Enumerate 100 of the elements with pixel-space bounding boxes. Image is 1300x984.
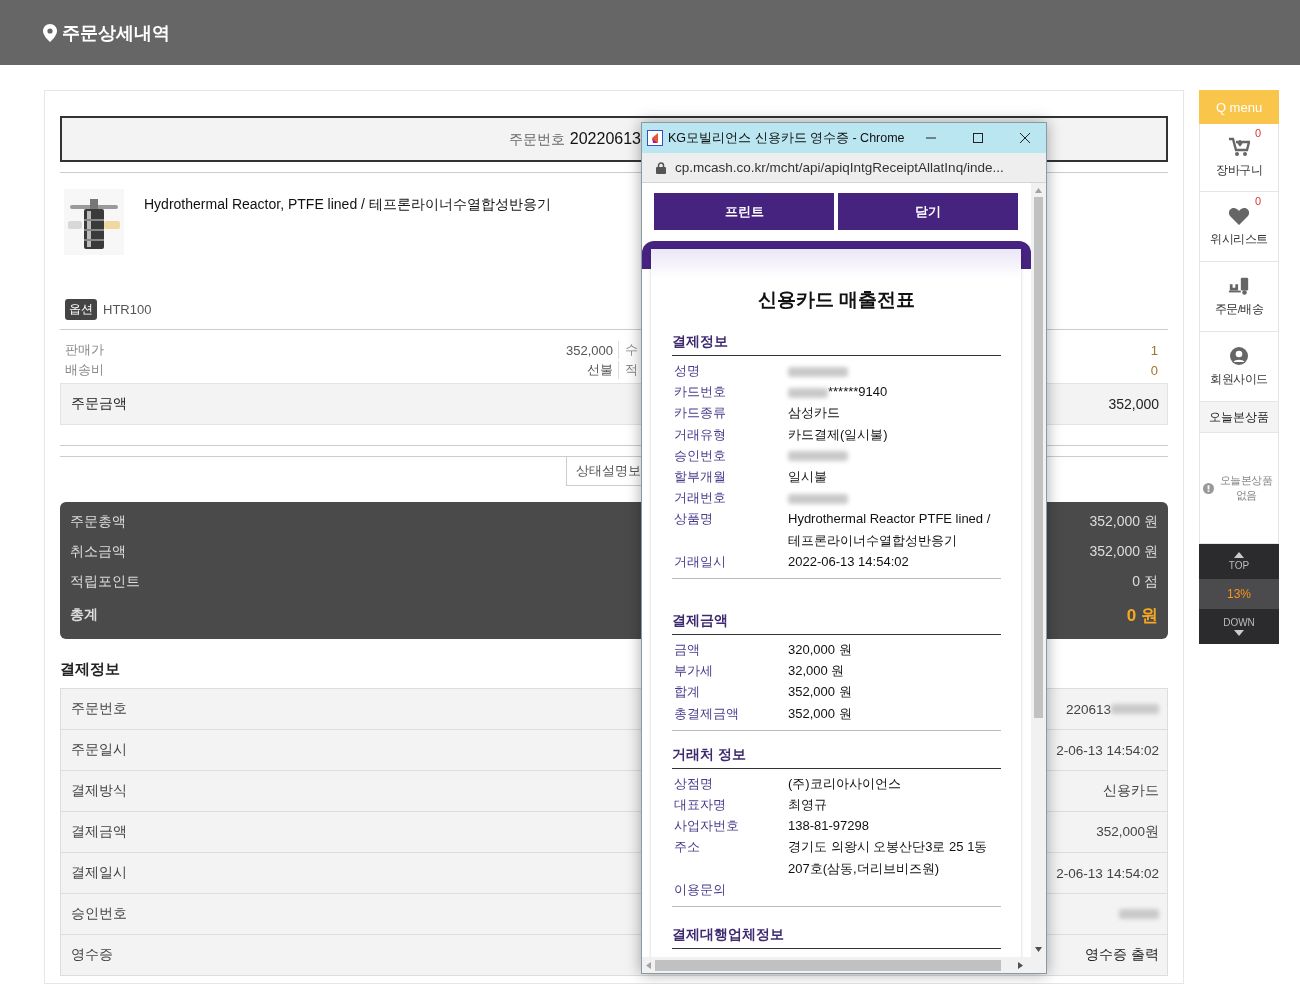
field-value: 삼성카드 [788, 405, 840, 421]
field-label: 금액 [674, 641, 701, 660]
quick-menu-item[interactable]: 위시리스트 0 [1199, 192, 1279, 262]
price-value: 0 [1150, 362, 1159, 378]
field-label: 카드번호 [674, 383, 727, 402]
section-title: 결제정보 [60, 660, 120, 679]
scroll-top-button[interactable]: TOP [1199, 544, 1279, 579]
product-name[interactable]: Hydrothermal Reactor, PTFE lined / 테프론라이너수열합성반응기 [144, 196, 551, 299]
user-icon [1228, 346, 1250, 366]
table-cell: 신용카드 [1103, 782, 1159, 800]
quick-menu-item[interactable]: 장바구니 0 [1199, 124, 1279, 192]
field-label: 거래번호 [674, 489, 727, 508]
lock-icon [656, 161, 666, 174]
field-label: 카드종류 [674, 404, 727, 423]
close-icon [1018, 132, 1031, 144]
field-value: 352,000 원 [788, 684, 852, 700]
summary-label: 적립포인트 [69, 573, 141, 591]
order-amount-value: 352,000 [1108, 396, 1160, 412]
heart-icon [1228, 206, 1250, 226]
summary-value: 352,000 원 [1089, 513, 1159, 531]
maximize-icon [971, 132, 984, 144]
close-button[interactable]: 닫기 [838, 193, 1018, 230]
table-cell-text: 결제금액 [70, 823, 128, 841]
window-title: KG모빌리언스 신용카드 영수증 - Chrome [668, 129, 905, 147]
scroll-down-arrow-icon [1035, 947, 1042, 952]
field-label: 사업자번호 [674, 817, 740, 836]
section-title: 결제금액 [672, 613, 1001, 636]
field-value: 2022-06-13 14:54:02 [788, 553, 909, 569]
field-label: 거래일시 [674, 552, 727, 571]
option-value: HTR100 [103, 302, 152, 317]
price-value: 1 [1150, 342, 1159, 358]
field-label: 주소 [674, 838, 701, 857]
quick-menu-item[interactable]: 주문/배송 [1199, 262, 1279, 332]
field-label: 성명 [674, 362, 701, 380]
empty-message: 오늘본상품 없음 [1218, 473, 1274, 503]
item-count: 0 [1254, 127, 1261, 139]
field-label: 총결제금액 [674, 704, 740, 723]
field-label: 부가세 [674, 662, 714, 681]
table-cell: 2-06-13 14:54:02 [1056, 742, 1159, 758]
summary-label: 취소금액 [69, 543, 127, 561]
order-number-label: 주문번호 [508, 130, 565, 149]
table-cell-text: 주문번호 [70, 700, 128, 718]
price-label: 배송비 [64, 361, 105, 379]
table-cell-text: 승인번호 [70, 905, 128, 923]
field-label: 대표자명 [674, 796, 727, 815]
field-value: 카드결제(일시불) [788, 426, 888, 442]
scroll-left-arrow-icon [646, 961, 651, 969]
field-label: 상점명 [674, 774, 714, 793]
field-value: 352,000 원 [788, 705, 852, 721]
delivery-icon [1228, 276, 1250, 296]
item-count: 0 [1254, 195, 1261, 207]
option-badge: 옵션 [65, 299, 97, 320]
horizontal-scrollbar[interactable] [642, 957, 1046, 973]
field-label: 합계 [674, 683, 701, 702]
summary-label: 총계 [69, 606, 99, 624]
app-icon [647, 130, 663, 146]
print-button[interactable]: 프린트 [654, 193, 834, 230]
info-icon [1203, 482, 1214, 494]
field-label: 거래유형 [674, 425, 727, 444]
table-cell-text: 주문일시 [70, 741, 128, 759]
table-cell-text: 영수증 [70, 946, 114, 964]
field-value: (주)코리아사이언스 [788, 775, 901, 791]
field-label: 할부개월 [674, 468, 727, 486]
scroll-up-arrow-icon [1035, 188, 1042, 193]
field-value: 경기도 의왕시 오봉산단3로 25 1동 207호(삼동,더리브비즈원) [788, 839, 988, 876]
field-value: 일시불 [788, 469, 827, 484]
price-label: 판매가 [64, 341, 105, 359]
field-value: Hydrothermal Reactor PTFE lined / 테프론라이너수열합성반응기 [788, 511, 991, 548]
price-value: 선불 [587, 361, 614, 379]
down-triangle-icon [1234, 630, 1244, 636]
summary-label: 주문총액 [69, 513, 127, 531]
scroll-percent: 13% [1199, 579, 1279, 609]
summary-value: 0 원 [1126, 604, 1159, 627]
field-value: 138-81-97298 [788, 818, 869, 834]
scroll-down-button[interactable]: DOWN [1199, 609, 1279, 644]
table-cell: 352,000원 [1096, 823, 1159, 841]
table-cell: 2-06-13 14:54:02 [1056, 865, 1159, 881]
table-cell: 220613 [1065, 701, 1111, 717]
field-label: 이용문의 [674, 880, 727, 899]
order-amount-label: 주문금액 [70, 395, 128, 413]
quick-menu-title: Q menu [1199, 90, 1279, 124]
vertical-scrollbar[interactable] [1031, 183, 1046, 957]
order-number-value: 20220613 [569, 129, 641, 148]
field-value: 최영규 [788, 797, 827, 813]
field-value: 32,000 원 [788, 663, 845, 679]
section-title: 거래처 정보 [672, 746, 1001, 769]
up-triangle-icon [1234, 552, 1244, 558]
quick-menu-item[interactable]: 회원사이드 [1199, 332, 1279, 402]
section-title: 결제대행업체정보 [672, 927, 1001, 950]
receipt-title: 신용카드 매출전표 [756, 288, 917, 312]
cart-icon [1228, 137, 1250, 157]
price-value: 352,000 [566, 342, 614, 358]
section-title: 결제정보 [672, 334, 1001, 356]
table-cell-text: 결제일시 [70, 864, 128, 882]
field-label: 상품명 [674, 510, 714, 529]
location-pin-icon [43, 23, 57, 42]
summary-value: 352,000 원 [1089, 543, 1159, 561]
summary-value: 0 점 [1132, 573, 1159, 591]
receipt-print-link[interactable]: 영수증 출력 [1085, 946, 1159, 964]
page-title: 주문상세내역 [62, 21, 170, 45]
